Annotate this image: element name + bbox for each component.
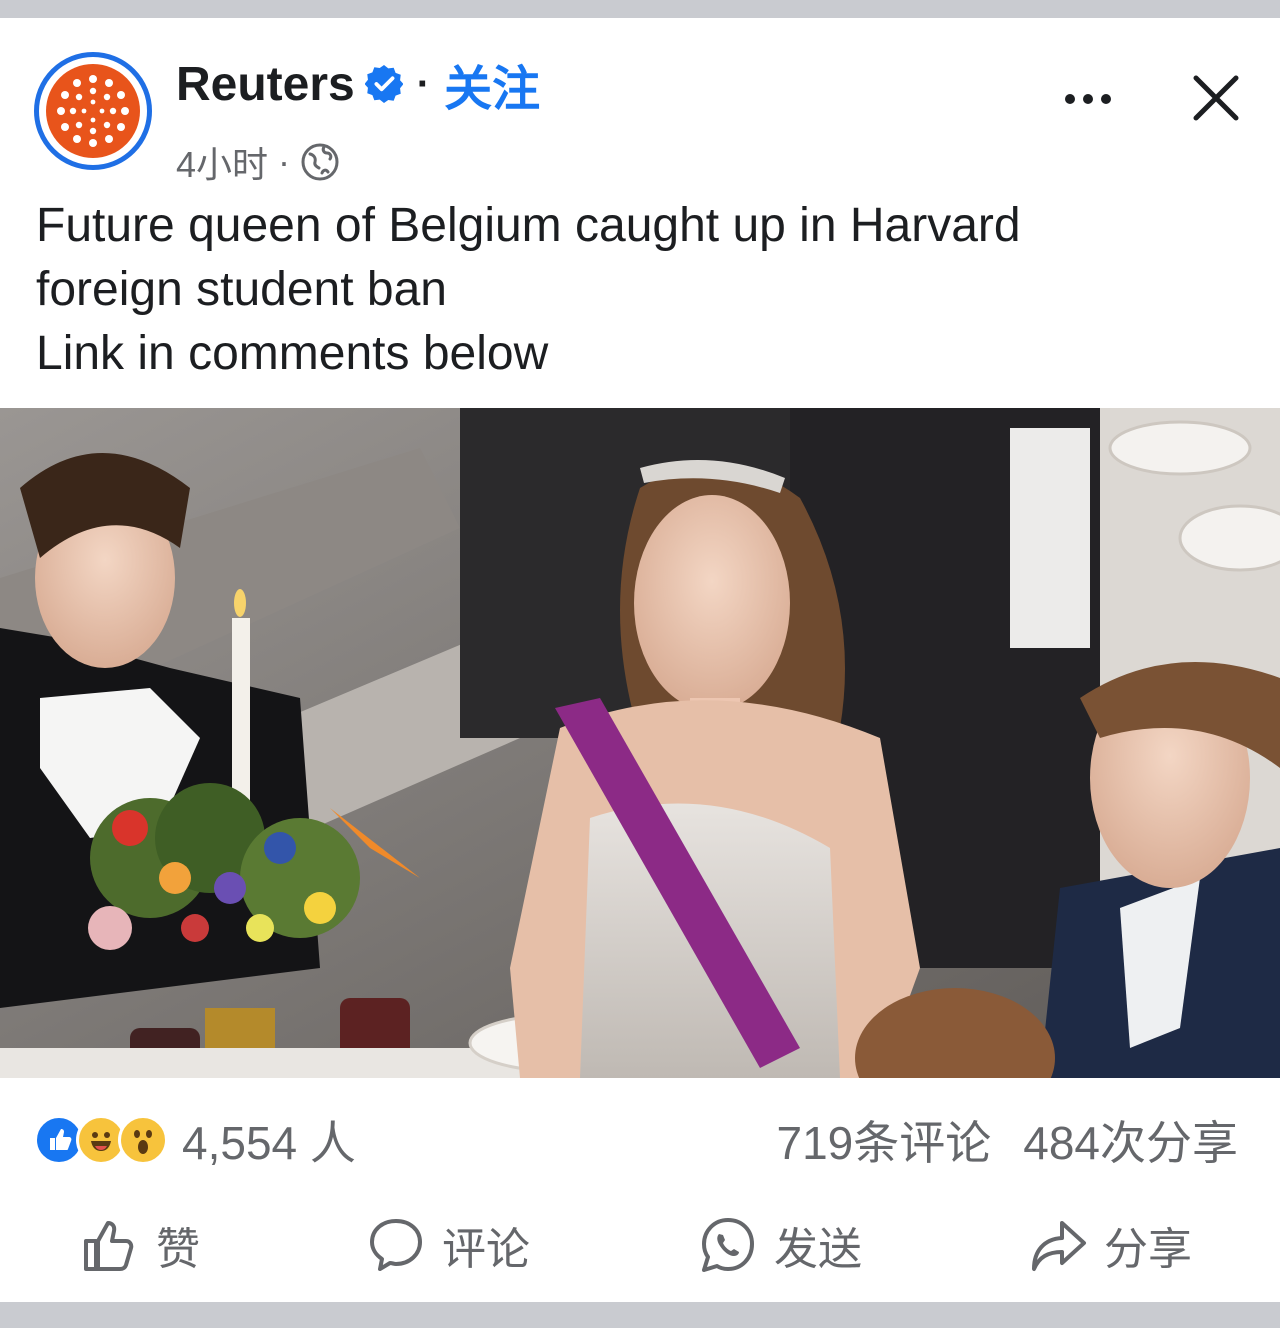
post-photo[interactable] [0,408,1280,1078]
action-bar: 赞 评论 发送 分享 [0,1208,1280,1282]
post-header-title: Reuters · 关注 [176,56,540,117]
share-label: 分享 [1104,1225,1192,1274]
post-card: Reuters · 关注 4小时 · Future queen of Belgi… [0,18,1280,1302]
comment-button[interactable]: 评论 [366,1208,530,1282]
send-label: 发送 [774,1225,862,1274]
separator-dot: · [416,61,431,106]
follow-button[interactable]: 关注 [444,49,540,119]
like-label: 赞 [156,1225,200,1274]
engagement-stats: 719条评论 484次分享 [777,1110,1239,1170]
photo-illustration [0,408,1280,1078]
post-text-line: Link in comments below [36,327,549,380]
post-text: Future queen of Belgium caught up in Har… [36,194,1236,386]
whatsapp-icon [702,1218,754,1272]
share-button[interactable]: 分享 [1028,1208,1192,1282]
page-avatar[interactable] [34,52,152,170]
close-icon[interactable] [1188,70,1244,126]
send-button[interactable]: 发送 [698,1208,862,1282]
verified-badge-icon [364,65,403,103]
page-name[interactable]: Reuters [176,57,355,112]
post-meta: 4小时 · [176,138,340,186]
share-arrow-icon [1032,1221,1086,1271]
post-timestamp[interactable]: 4小时 [176,136,268,188]
meta-separator: · [278,141,291,182]
more-options-icon [1065,94,1111,104]
thumbs-up-icon [84,1221,134,1271]
comments-count[interactable]: 719条评论 [777,1107,992,1173]
reaction-count: 4,554 人 [182,1117,356,1169]
globe-icon [301,143,339,181]
post-text-line: foreign student ban [36,263,447,316]
shares-count[interactable]: 484次分享 [1023,1107,1238,1173]
more-options-button[interactable] [1052,74,1124,124]
reuters-logo [46,64,140,158]
like-button[interactable]: 赞 [80,1208,200,1282]
comment-icon [370,1219,422,1271]
post-text-line: Future queen of Belgium caught up in Har… [36,199,1021,252]
reactions-summary[interactable]: 4,554 人 [34,1110,356,1170]
wow-reaction-icon [118,1115,168,1165]
comment-label: 评论 [442,1225,530,1274]
